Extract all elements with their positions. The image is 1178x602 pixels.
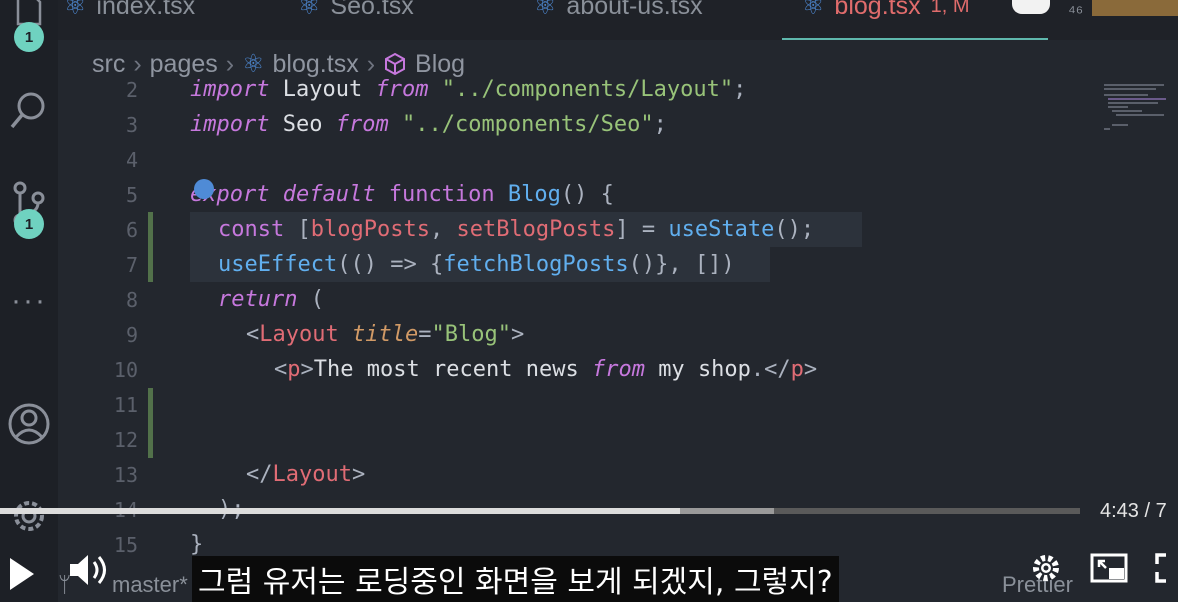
line-number: 5 xyxy=(125,182,138,207)
code-text: import Seo from "../components/Seo"; xyxy=(190,112,667,137)
code-line: 7 useEffect(() => {fetchBlogPosts()}, []… xyxy=(58,247,1098,282)
play-icon[interactable] xyxy=(8,556,36,597)
lightbulb-icon[interactable] xyxy=(194,179,214,199)
line-number: 8 xyxy=(125,287,138,312)
react-icon: ⚛ xyxy=(802,0,825,20)
line-number: 3 xyxy=(125,112,138,137)
miniplayer-icon[interactable] xyxy=(1090,552,1130,589)
code-text: import Layout from "../components/Layout… xyxy=(190,77,747,102)
volume-icon[interactable] xyxy=(68,552,112,593)
code-text: return ( xyxy=(218,287,324,312)
tab-label: blog.tsx xyxy=(834,0,921,20)
fullscreen-icon[interactable] xyxy=(1154,552,1178,589)
code-text: </Layout> xyxy=(246,462,366,487)
react-icon: ⚛ xyxy=(64,0,87,20)
video-time: 4:43 / 7 xyxy=(1100,500,1167,522)
line-number: 12 xyxy=(113,427,138,452)
line-number: 9 xyxy=(125,322,138,347)
code-line: 11 xyxy=(58,387,1098,422)
line-number: 4 xyxy=(125,147,138,172)
tab-blog[interactable]: ⚛ blog.tsx 1, M xyxy=(802,0,970,26)
code-line: 9 <Layout title="Blog"> xyxy=(58,317,1098,352)
explorer-badge: 1 xyxy=(14,22,44,52)
tab-label: Seo.tsx xyxy=(330,0,414,20)
code-text: } xyxy=(190,532,204,557)
scm-badge: 1 xyxy=(14,209,44,239)
line-number: 11 xyxy=(113,392,138,417)
tab-about-us[interactable]: ⚛ about-us.tsx xyxy=(534,0,703,26)
code-text: useEffect(() => {fetchBlogPosts()}, []) xyxy=(218,252,735,277)
code-line: 4 xyxy=(58,142,1098,177)
account-icon[interactable] xyxy=(0,400,58,448)
code-line: 2 import Layout from "../components/Layo… xyxy=(58,72,1098,107)
tab-label: about-us.tsx xyxy=(566,0,703,20)
window-pill xyxy=(1012,0,1050,14)
webcam-thumbnail xyxy=(1092,0,1178,16)
react-icon: ⚛ xyxy=(534,0,557,20)
code-line: 13 </Layout> xyxy=(58,457,1098,492)
line-number: 2 xyxy=(125,77,138,102)
code-text: export default function Blog() { xyxy=(190,182,614,207)
tab-seo[interactable]: ⚛ Seo.tsx xyxy=(298,0,414,26)
settings-icon[interactable] xyxy=(1030,552,1062,589)
editor-tabs: ⚛ index.tsx ⚛ Seo.tsx ⚛ about-us.tsx ⚛ b… xyxy=(58,0,1178,40)
code-line: 12 xyxy=(58,422,1098,457)
code-text: const [blogPosts, setBlogPosts] = useSta… xyxy=(218,217,815,242)
code-editor[interactable]: 2 import Layout from "../components/Layo… xyxy=(58,72,1098,572)
settings-gear-icon[interactable] xyxy=(0,494,58,534)
active-tab-indicator xyxy=(782,38,1048,40)
code-line: 5 export default function Blog() { xyxy=(58,177,1098,212)
tab-label: index.tsx xyxy=(96,0,196,20)
code-line: 10 <p>The most recent news from my shop.… xyxy=(58,352,1098,387)
code-text: <p>The most recent news from my shop.</p… xyxy=(274,357,818,382)
code-line: 6 const [blogPosts, setBlogPosts] = useS… xyxy=(58,212,1098,247)
search-icon[interactable] xyxy=(0,88,58,132)
branch-name[interactable]: master* xyxy=(112,572,188,598)
line-number: 13 xyxy=(113,462,138,487)
video-played-bar xyxy=(0,508,681,514)
react-icon: ⚛ xyxy=(298,0,321,20)
line-number: 10 xyxy=(113,357,138,382)
video-subtitle: 그럼 유저는 로딩중인 화면을 보게 되겠지, 그렇지? xyxy=(192,556,839,602)
line-number: 7 xyxy=(125,252,138,277)
code-text: <Layout title="Blog"> xyxy=(246,322,525,347)
line-number: 6 xyxy=(125,217,138,242)
tab-index[interactable]: ⚛ index.tsx xyxy=(64,0,195,26)
tab-overflow: ⁴⁶ xyxy=(1068,2,1084,22)
code-line: 3 import Seo from "../components/Seo"; xyxy=(58,107,1098,142)
code-line: 8 return ( xyxy=(58,282,1098,317)
more-icon[interactable]: ··· xyxy=(0,284,58,318)
minimap[interactable] xyxy=(1100,80,1178,140)
tab-status: 1, M xyxy=(930,0,970,17)
